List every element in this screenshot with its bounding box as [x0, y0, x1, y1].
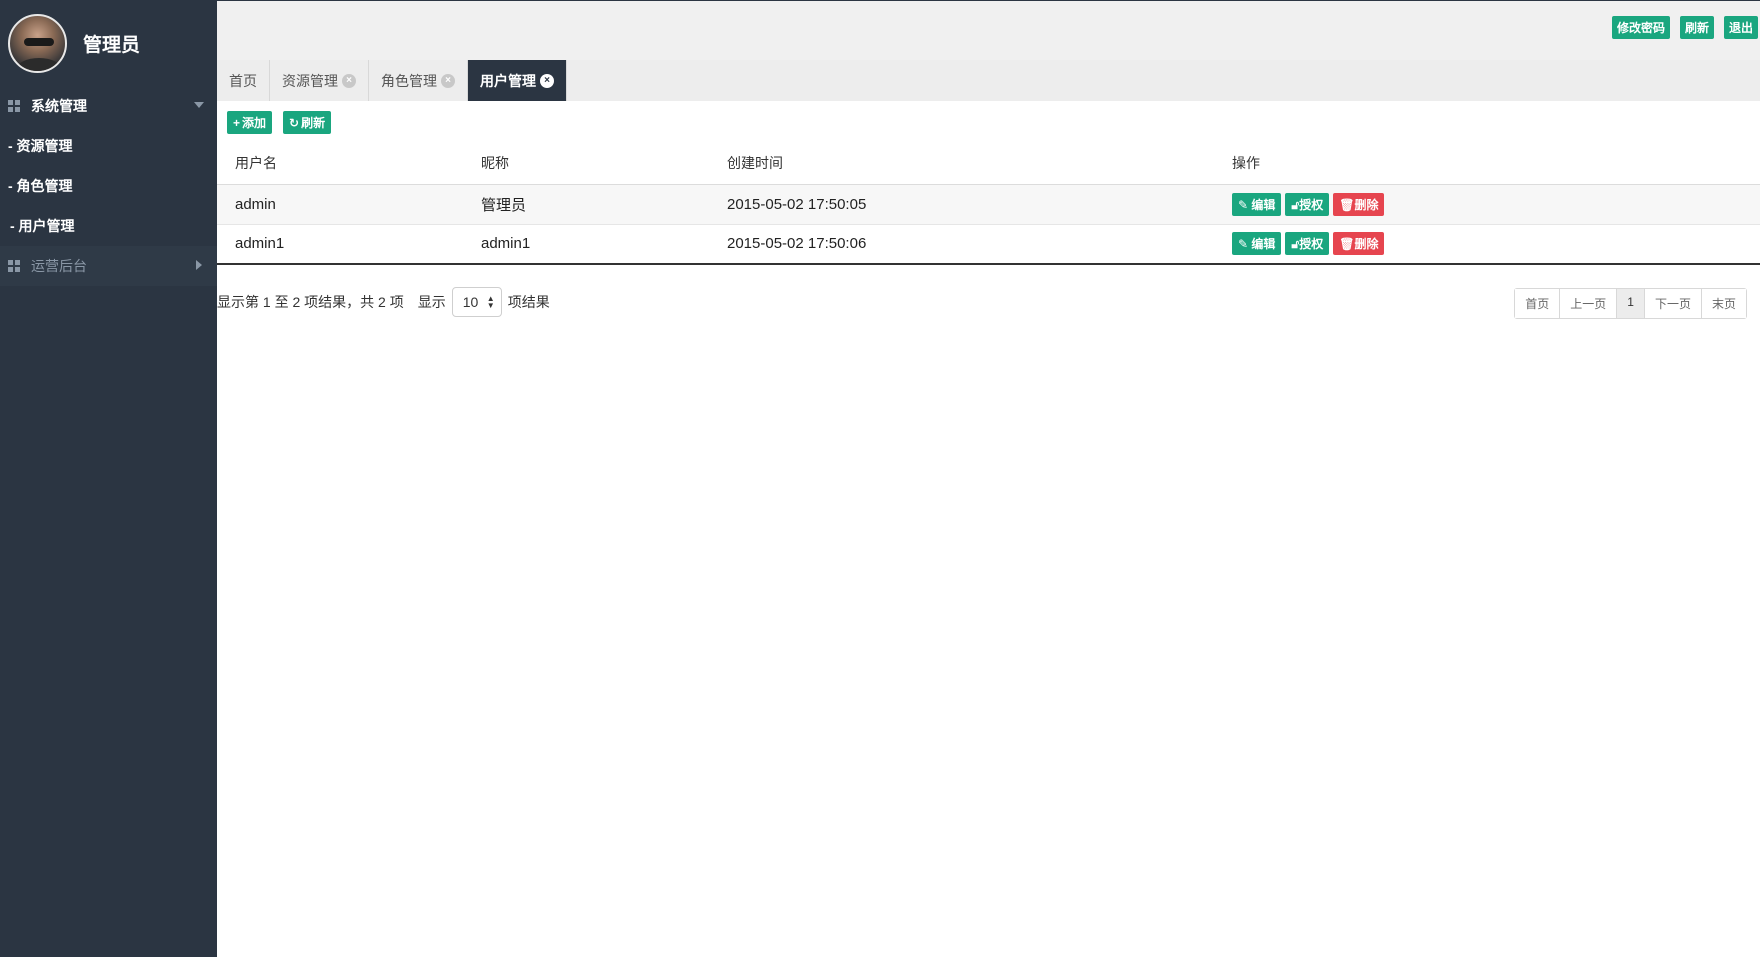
- grant-label: 授权: [1299, 197, 1324, 212]
- edit-label: 编辑: [1251, 197, 1276, 212]
- sidebar-item-resources[interactable]: - 资源管理: [0, 126, 217, 166]
- column-header-username[interactable]: 用户名: [217, 143, 463, 185]
- grid-icon: [8, 260, 20, 272]
- profile: 管理员: [0, 0, 217, 86]
- refresh-icon: ↻: [289, 115, 300, 130]
- delete-label: 删除: [1354, 237, 1379, 252]
- pager-last[interactable]: 末页: [1701, 289, 1746, 318]
- cell-actions: ✎ 编辑 🔓︎授权 🗑︎删除: [1214, 184, 1760, 225]
- edit-button[interactable]: ✎ 编辑: [1232, 232, 1282, 256]
- edit-button[interactable]: ✎ 编辑: [1232, 192, 1282, 216]
- tab-label: 角色管理: [381, 72, 437, 89]
- trash-icon: 🗑︎: [1339, 197, 1355, 212]
- close-icon[interactable]: ×: [441, 73, 455, 88]
- edit-label: 编辑: [1251, 237, 1276, 252]
- change-password-button[interactable]: 修改密码: [1611, 16, 1670, 39]
- grid-icon: [8, 100, 20, 112]
- tab-home[interactable]: 首页: [217, 60, 270, 101]
- menu-group-label: 运营后台: [31, 258, 87, 274]
- delete-button[interactable]: 🗑︎删除: [1333, 232, 1385, 256]
- add-label: 添加: [242, 116, 267, 130]
- avatar-glasses: [24, 37, 54, 46]
- results-label: 项结果: [507, 294, 550, 310]
- tab-label: 资源管理: [282, 72, 338, 89]
- tab-label: 用户管理: [480, 72, 536, 89]
- profile-name: 管理员: [83, 34, 141, 56]
- cell-created: 2015-05-02 17:50:05: [709, 184, 1214, 225]
- add-button[interactable]: + 添加: [227, 111, 273, 134]
- cell-username: admin1: [217, 224, 463, 265]
- pencil-icon: ✎: [1238, 237, 1249, 252]
- cell-created: 2015-05-02 17:50:06: [709, 224, 1214, 265]
- tab-users[interactable]: 用户管理 ×: [468, 60, 567, 101]
- logout-button[interactable]: 退出: [1723, 16, 1758, 39]
- grant-button[interactable]: 🔓︎授权: [1285, 232, 1330, 256]
- column-header-nickname[interactable]: 昵称: [463, 143, 709, 185]
- user-table: 用户名 昵称 创建时间 操作 admin 管理员 2015-05-02 17:5…: [217, 143, 1760, 265]
- menu-group-operations[interactable]: 运营后台: [0, 246, 217, 286]
- delete-label: 删除: [1354, 197, 1379, 212]
- show-label: 显示: [417, 294, 446, 310]
- grant-label: 授权: [1299, 237, 1324, 252]
- table-row: admin1 admin1 2015-05-02 17:50:06 ✎ 编辑 🔓…: [217, 224, 1760, 265]
- toolbar: + 添加 ↻ 刷新: [227, 111, 332, 134]
- cell-nickname: admin1: [463, 224, 709, 265]
- pager-next[interactable]: 下一页: [1644, 289, 1702, 318]
- cell-username: admin: [217, 184, 463, 225]
- column-header-created[interactable]: 创建时间: [709, 143, 1214, 185]
- plus-icon: +: [233, 115, 241, 130]
- tab-resources[interactable]: 资源管理 ×: [270, 60, 369, 101]
- pager-prev[interactable]: 上一页: [1560, 289, 1618, 318]
- trash-icon: 🗑︎: [1339, 237, 1355, 252]
- close-icon[interactable]: ×: [540, 73, 554, 88]
- cell-actions: ✎ 编辑 🔓︎授权 🗑︎删除: [1214, 224, 1760, 265]
- refresh-button[interactable]: ↻ 刷新: [283, 111, 332, 134]
- sidebar-item-users[interactable]: - 用户管理: [0, 206, 217, 246]
- table-header-row: 用户名 昵称 创建时间 操作: [217, 143, 1760, 185]
- close-icon[interactable]: ×: [342, 73, 356, 88]
- pagination: 首页 上一页 1 下一页 末页: [1514, 288, 1747, 319]
- sidebar: 管理员 系统管理 - 资源管理 - 角色管理 - 用户管理 运营后台: [0, 0, 217, 957]
- caret-right-icon: [196, 260, 202, 270]
- delete-button[interactable]: 🗑︎删除: [1333, 192, 1385, 216]
- refresh-label: 刷新: [301, 116, 326, 130]
- page-size-select[interactable]: 10 ▲ ▼: [451, 287, 502, 317]
- tab-roles[interactable]: 角色管理 ×: [369, 60, 468, 101]
- avatar[interactable]: [8, 13, 67, 73]
- avatar-shoulder: [16, 57, 62, 71]
- results-summary: 显示第 1 至 2 项结果，共 2 项: [217, 294, 404, 310]
- header-actions: 修改密码 刷新 退出: [1611, 16, 1760, 39]
- cell-nickname: 管理员: [463, 184, 709, 225]
- page-size-value: 10: [462, 294, 479, 310]
- menu-group-label: 系统管理: [31, 98, 87, 114]
- tab-label: 首页: [229, 72, 257, 89]
- table-row: admin 管理员 2015-05-02 17:50:05 ✎ 编辑 🔓︎授权 …: [217, 184, 1760, 225]
- table-info: 显示第 1 至 2 项结果，共 2 项 显示 10 ▲ ▼ 项结果: [217, 287, 550, 317]
- pager-first[interactable]: 首页: [1515, 289, 1561, 318]
- pencil-icon: ✎: [1238, 197, 1249, 212]
- sidebar-item-roles[interactable]: - 角色管理: [0, 166, 217, 206]
- pager-current[interactable]: 1: [1617, 289, 1645, 318]
- top-header: 修改密码 刷新 退出: [217, 0, 1760, 60]
- menu-group-system[interactable]: 系统管理: [0, 86, 217, 126]
- refresh-page-button[interactable]: 刷新: [1679, 16, 1714, 39]
- tab-bar: 首页 资源管理 × 角色管理 × 用户管理 ×: [217, 60, 1760, 101]
- spinner-arrows-icon: ▲ ▼: [486, 294, 495, 310]
- column-header-actions: 操作: [1214, 143, 1760, 185]
- caret-down-icon: [194, 102, 204, 108]
- grant-button[interactable]: 🔓︎授权: [1285, 192, 1330, 216]
